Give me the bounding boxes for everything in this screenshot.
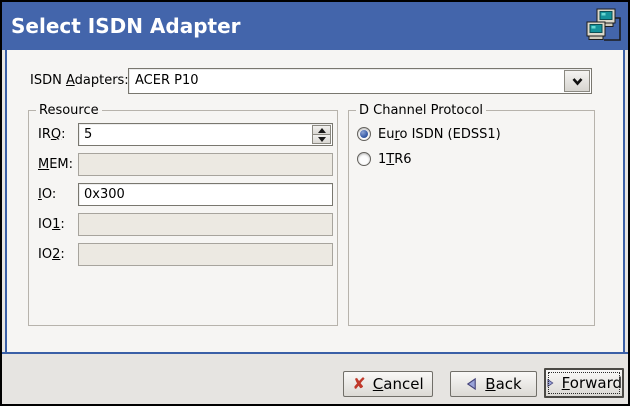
titlebar: Select ISDN Adapter — [2, 2, 628, 50]
cancel-x-icon: ✘ — [352, 376, 365, 392]
spin-down-button[interactable] — [312, 134, 331, 144]
io1-label: IO1: — [38, 217, 65, 232]
radio-1tr6[interactable]: 1TR6 — [357, 151, 412, 167]
io1-input — [78, 213, 333, 236]
back-button[interactable]: Back — [450, 371, 537, 397]
combo-selected-value: ACER P10 — [129, 69, 563, 93]
radio-euro-isdn-label: Euro ISDN (EDSS1) — [378, 127, 501, 142]
irq-label: IRQ: — [38, 127, 66, 142]
computer-front — [587, 22, 605, 40]
arrow-down-icon — [318, 137, 326, 142]
cancel-button[interactable]: ✘ Cancel — [343, 371, 433, 397]
chevron-down-icon — [571, 76, 584, 87]
irq-spinbox — [78, 123, 333, 146]
radio-unselected-icon[interactable] — [357, 152, 371, 166]
isdn-adapters-label: ISDN Adapters: — [30, 73, 129, 88]
d-channel-protocol-legend: D Channel Protocol — [356, 103, 486, 118]
radio-selected-icon[interactable] — [357, 127, 371, 141]
io2-input — [78, 243, 333, 266]
irq-spin-buttons — [312, 125, 331, 144]
irq-input[interactable] — [79, 124, 309, 145]
resource-group-legend: Resource — [36, 103, 102, 118]
forward-button[interactable]: Forward — [544, 368, 624, 398]
arrow-up-icon — [318, 128, 326, 133]
forward-button-label: Forward — [562, 374, 622, 392]
arrow-left-icon — [465, 377, 478, 391]
d-channel-protocol-group — [348, 110, 595, 326]
radio-1tr6-label: 1TR6 — [378, 152, 412, 167]
back-button-label: Back — [485, 375, 521, 393]
dialog-select-isdn-adapter: Select ISDN Adapter ISDN Adapters: ACER … — [0, 0, 630, 406]
cancel-button-label: Cancel — [373, 375, 424, 393]
combo-dropdown-button[interactable] — [564, 70, 590, 92]
radio-euro-isdn[interactable]: Euro ISDN (EDSS1) — [357, 126, 501, 142]
dialog-title: Select ISDN Adapter — [11, 2, 241, 50]
network-computers-icon — [585, 7, 623, 45]
io2-label: IO2: — [38, 247, 65, 262]
mem-input — [78, 153, 333, 176]
mem-label: MEM: — [38, 157, 73, 172]
isdn-adapter-combobox[interactable]: ACER P10 — [128, 68, 592, 94]
arrow-right-icon — [546, 376, 555, 390]
io-label: IO: — [38, 187, 56, 202]
io-input[interactable] — [78, 183, 333, 206]
